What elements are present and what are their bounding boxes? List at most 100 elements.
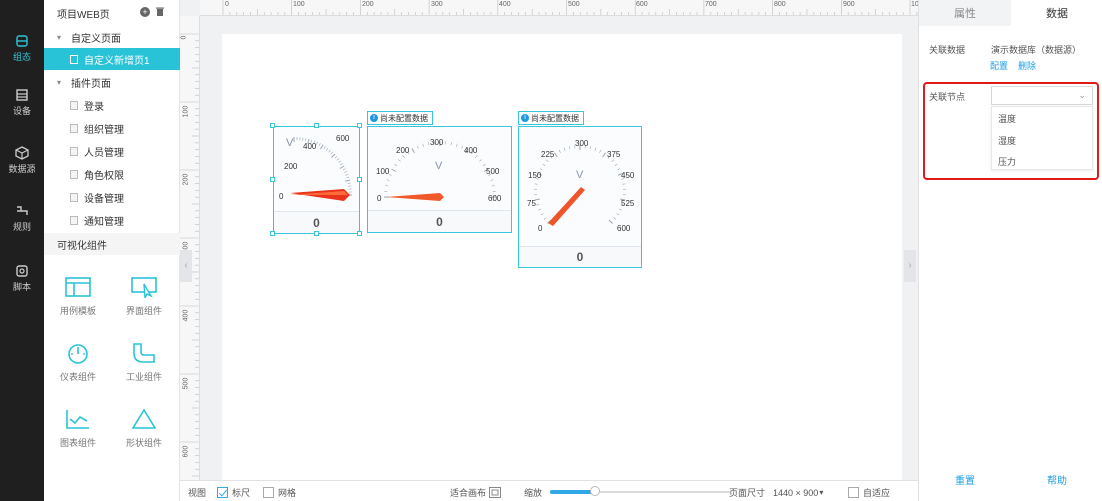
page-label: 通知管理 (84, 216, 124, 228)
resize-handle[interactable] (270, 123, 275, 128)
nav-item-zutai[interactable]: 组态 (0, 28, 44, 68)
auto-fit-toggle[interactable]: 自适应 (848, 486, 890, 499)
gauge-tick (558, 149, 561, 153)
tree-item-org[interactable]: 组织管理 (44, 117, 180, 139)
gauge-tick (594, 147, 597, 151)
reset-button[interactable]: 重置 (955, 472, 975, 487)
resize-handle[interactable] (357, 231, 362, 236)
grid-toggle[interactable]: 网格 (263, 486, 296, 499)
resize-handle[interactable] (270, 177, 275, 182)
configure-link[interactable]: 配置 (990, 59, 1008, 72)
collapse-right-handle[interactable]: › (904, 250, 916, 282)
gauge-tick (479, 159, 482, 162)
gauge-tick (461, 145, 464, 149)
tab-data[interactable]: 数据 (1011, 0, 1102, 26)
tree-item-notify[interactable]: 通知管理 (44, 209, 180, 231)
zoom-slider-knob[interactable] (590, 486, 600, 496)
tree-group-custom[interactable]: ▾ 自定义页面 (44, 26, 180, 48)
gauge-tick (339, 163, 343, 166)
nav-item-datasource[interactable]: 数据源 (0, 140, 44, 180)
gauge-tick (456, 143, 458, 147)
gauge-tick-label: 400 (464, 146, 478, 155)
dropdown-option-pressure[interactable]: 压力 (998, 155, 1016, 168)
tree-item-custom-page-1[interactable]: 自定义新增页1 (44, 48, 180, 70)
ruler-toggle[interactable]: 标尺 (217, 486, 250, 499)
gauge-tick (318, 143, 321, 147)
gauge-tick (386, 179, 390, 181)
gauge-tick (542, 163, 546, 166)
fit-icon (489, 487, 502, 498)
fit-canvas-button[interactable]: 适合画布 (450, 486, 502, 499)
gauge-unit: V (435, 160, 443, 172)
gauge-tick (482, 163, 486, 167)
tab-properties[interactable]: 属性 (919, 0, 1011, 26)
component-chart[interactable]: 图表组件 (48, 408, 108, 449)
ruler-label: 200 (182, 173, 190, 186)
script-icon (16, 264, 28, 277)
page-label: 组织管理 (84, 124, 124, 136)
fit-canvas-label: 适合画布 (450, 488, 487, 498)
tree-item-device-mgmt[interactable]: 设备管理 (44, 186, 180, 208)
resize-handle[interactable] (314, 231, 319, 236)
component-label: 图表组件 (59, 438, 96, 448)
component-ui[interactable]: 界面组件 (114, 276, 174, 317)
nav-label: 数据源 (8, 163, 36, 174)
status-bar: 视图 标尺 网格 适合画布 缩放 页面尺寸 1440 × 900 ▾ 自适应 (180, 480, 918, 501)
gauge-tick (614, 163, 618, 166)
gauge-widget-1[interactable]: V 0 200 400 600 0 (273, 126, 360, 234)
gauge-tick (323, 146, 326, 150)
nav-item-device[interactable]: 设备 (0, 82, 44, 122)
gauge-tick-label: 450 (621, 171, 635, 180)
unconfigured-tag: i 尚未配置数据 (367, 111, 433, 125)
auto-fit-checkbox[interactable] (848, 487, 859, 498)
dropdown-option-temperature[interactable]: 温度 (998, 112, 1016, 125)
resize-handle[interactable] (314, 123, 319, 128)
tree-group-plugin[interactable]: ▾ 插件页面 (44, 71, 180, 93)
node-dropdown: 温度 湿度 压力 (991, 106, 1093, 170)
resize-handle[interactable] (270, 231, 275, 236)
caret-down-icon: ▾ (57, 77, 62, 87)
gauge-tick (563, 147, 566, 151)
add-page-icon[interactable]: + (140, 7, 150, 17)
gauge-unit: V (576, 169, 584, 181)
tree-item-login[interactable]: 登录 (44, 94, 180, 116)
gauge-tick-label: 0 (377, 194, 382, 203)
grid-checkbox[interactable] (263, 487, 274, 498)
trash-icon[interactable] (156, 7, 164, 16)
gauge-widget-2[interactable]: V 0 100 200 300 400 500 600 0 (367, 126, 512, 233)
ruler-checkbox[interactable] (217, 487, 228, 498)
gauge-tick (450, 142, 452, 146)
gauge-tick (616, 213, 620, 216)
tree-title: 项目WEB页 (57, 9, 110, 21)
resize-handle[interactable] (357, 123, 362, 128)
gauge-tick-label: 400 (303, 142, 317, 151)
nav-item-rule[interactable]: 规则 (0, 198, 44, 238)
help-button[interactable]: 帮助 (1047, 472, 1067, 487)
page-size-select[interactable]: 1440 × 900 (773, 488, 818, 498)
component-industrial[interactable]: 工业组件 (114, 342, 174, 383)
gauge-tick-label: 525 (621, 199, 635, 208)
nav-item-script[interactable]: 脚本 (0, 258, 44, 298)
page-label: 设备管理 (84, 193, 124, 205)
page-icon (70, 169, 78, 179)
left-nav: 组态 设备 数据源 规则 脚本 (0, 0, 44, 501)
page-icon (70, 123, 78, 133)
device-icon (16, 88, 28, 101)
page-icon (70, 100, 78, 110)
gauge-tick (385, 185, 389, 187)
linked-node-select[interactable]: ⌄ (991, 86, 1093, 105)
gauge-widget-3[interactable]: V 0 75 150 225 300 375 450 525 600 0 (518, 126, 642, 268)
tree-item-roles[interactable]: 角色权限 (44, 163, 180, 185)
gauge-tick (411, 148, 415, 154)
collapse-left-handle[interactable]: ‹ (180, 250, 192, 282)
resize-handle[interactable] (357, 177, 362, 182)
delete-link[interactable]: 删除 (1018, 59, 1036, 72)
gauge-tick (402, 155, 405, 158)
component-shape[interactable]: 形状组件 (114, 408, 174, 449)
tree-item-people[interactable]: 人员管理 (44, 140, 180, 162)
component-gauge[interactable]: 仪表组件 (48, 342, 108, 383)
gauge-tick (345, 179, 351, 182)
component-template[interactable]: 用例模板 (48, 276, 108, 317)
triangle-icon (131, 408, 157, 429)
dropdown-option-humidity[interactable]: 湿度 (998, 134, 1016, 147)
